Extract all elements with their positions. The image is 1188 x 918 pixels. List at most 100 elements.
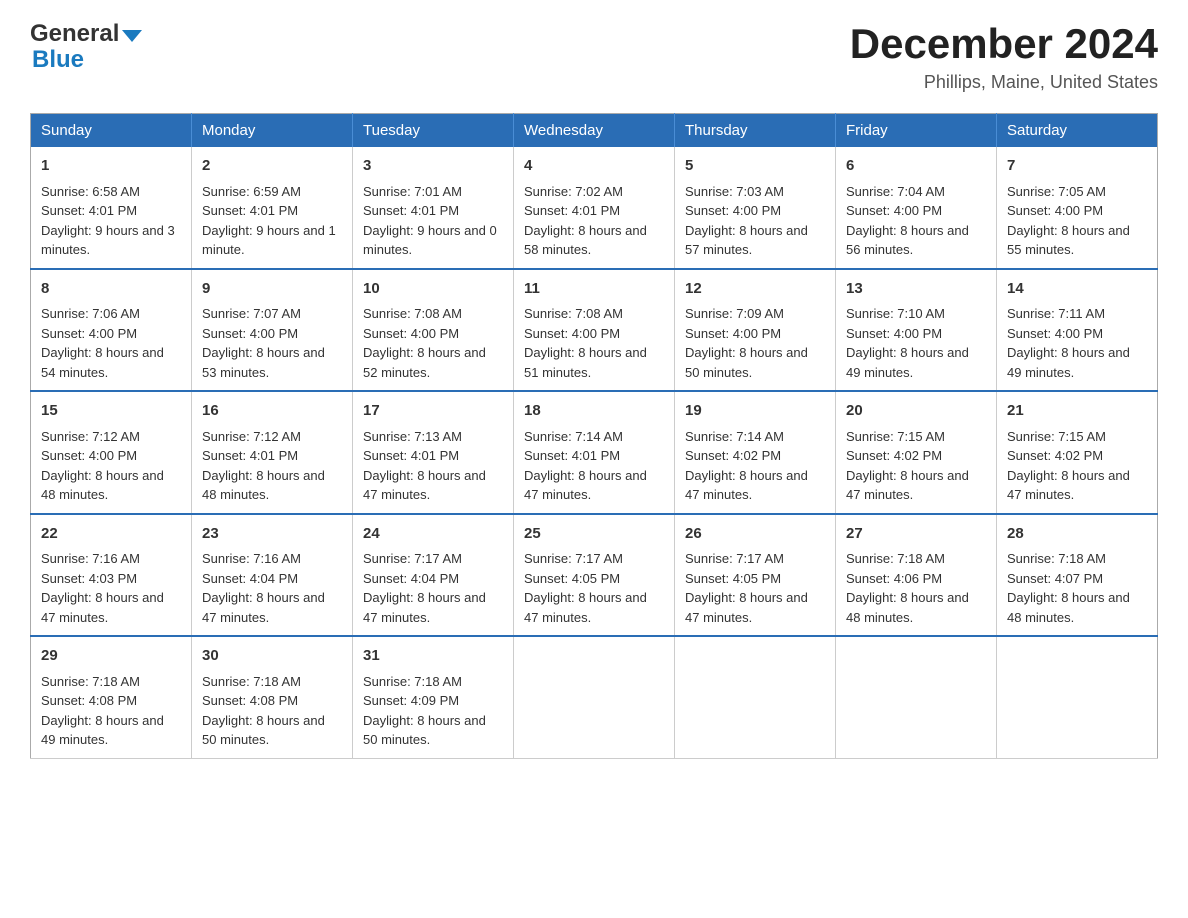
day-sunset: Sunset: 4:01 PM <box>41 203 137 218</box>
table-row: 26 Sunrise: 7:17 AM Sunset: 4:05 PM Dayl… <box>675 514 836 637</box>
day-sunrise: Sunrise: 7:13 AM <box>363 429 462 444</box>
logo-blue-text: Blue <box>30 46 142 74</box>
day-number: 27 <box>846 523 986 546</box>
table-row: 7 Sunrise: 7:05 AM Sunset: 4:00 PM Dayli… <box>997 147 1158 269</box>
day-daylight: Daylight: 8 hours and 47 minutes. <box>1007 468 1130 503</box>
day-sunrise: Sunrise: 7:04 AM <box>846 184 945 199</box>
day-sunrise: Sunrise: 6:59 AM <box>202 184 301 199</box>
day-daylight: Daylight: 8 hours and 53 minutes. <box>202 345 325 380</box>
day-sunset: Sunset: 4:08 PM <box>41 693 137 708</box>
day-sunset: Sunset: 4:00 PM <box>685 203 781 218</box>
day-sunrise: Sunrise: 7:11 AM <box>1007 306 1105 321</box>
day-sunset: Sunset: 4:00 PM <box>41 326 137 341</box>
table-row: 12 Sunrise: 7:09 AM Sunset: 4:00 PM Dayl… <box>675 269 836 392</box>
day-sunrise: Sunrise: 7:17 AM <box>685 551 784 566</box>
table-row: 23 Sunrise: 7:16 AM Sunset: 4:04 PM Dayl… <box>192 514 353 637</box>
table-row: 8 Sunrise: 7:06 AM Sunset: 4:00 PM Dayli… <box>31 269 192 392</box>
day-daylight: Daylight: 8 hours and 52 minutes. <box>363 345 486 380</box>
day-sunset: Sunset: 4:02 PM <box>685 448 781 463</box>
day-sunrise: Sunrise: 7:03 AM <box>685 184 784 199</box>
day-number: 4 <box>524 155 664 178</box>
day-daylight: Daylight: 8 hours and 49 minutes. <box>1007 345 1130 380</box>
day-daylight: Daylight: 8 hours and 57 minutes. <box>685 223 808 258</box>
day-sunset: Sunset: 4:00 PM <box>685 326 781 341</box>
day-number: 22 <box>41 523 181 546</box>
day-number: 29 <box>41 645 181 668</box>
table-row: 14 Sunrise: 7:11 AM Sunset: 4:00 PM Dayl… <box>997 269 1158 392</box>
day-number: 26 <box>685 523 825 546</box>
table-row: 16 Sunrise: 7:12 AM Sunset: 4:01 PM Dayl… <box>192 391 353 514</box>
day-sunrise: Sunrise: 7:16 AM <box>41 551 140 566</box>
title-section: December 2024 Phillips, Maine, United St… <box>850 20 1158 93</box>
day-sunset: Sunset: 4:02 PM <box>1007 448 1103 463</box>
calendar-table: Sunday Monday Tuesday Wednesday Thursday… <box>30 113 1158 759</box>
day-sunrise: Sunrise: 7:18 AM <box>363 674 462 689</box>
day-sunset: Sunset: 4:00 PM <box>846 326 942 341</box>
col-wednesday: Wednesday <box>514 114 675 148</box>
table-row: 28 Sunrise: 7:18 AM Sunset: 4:07 PM Dayl… <box>997 514 1158 637</box>
calendar-header-row: Sunday Monday Tuesday Wednesday Thursday… <box>31 114 1158 148</box>
day-daylight: Daylight: 8 hours and 50 minutes. <box>363 713 486 748</box>
day-daylight: Daylight: 8 hours and 47 minutes. <box>202 590 325 625</box>
day-sunset: Sunset: 4:00 PM <box>41 448 137 463</box>
day-daylight: Daylight: 8 hours and 47 minutes. <box>363 468 486 503</box>
day-sunset: Sunset: 4:01 PM <box>363 203 459 218</box>
day-number: 16 <box>202 400 342 423</box>
table-row: 3 Sunrise: 7:01 AM Sunset: 4:01 PM Dayli… <box>353 147 514 269</box>
table-row <box>514 636 675 758</box>
day-sunset: Sunset: 4:05 PM <box>524 571 620 586</box>
day-daylight: Daylight: 8 hours and 48 minutes. <box>202 468 325 503</box>
day-number: 19 <box>685 400 825 423</box>
table-row: 29 Sunrise: 7:18 AM Sunset: 4:08 PM Dayl… <box>31 636 192 758</box>
day-sunset: Sunset: 4:03 PM <box>41 571 137 586</box>
day-sunset: Sunset: 4:00 PM <box>363 326 459 341</box>
day-daylight: Daylight: 8 hours and 49 minutes. <box>846 345 969 380</box>
table-row: 25 Sunrise: 7:17 AM Sunset: 4:05 PM Dayl… <box>514 514 675 637</box>
page-header: General Blue December 2024 Phillips, Mai… <box>30 20 1158 93</box>
calendar-week-row: 1 Sunrise: 6:58 AM Sunset: 4:01 PM Dayli… <box>31 147 1158 269</box>
day-sunrise: Sunrise: 7:02 AM <box>524 184 623 199</box>
table-row: 22 Sunrise: 7:16 AM Sunset: 4:03 PM Dayl… <box>31 514 192 637</box>
day-sunrise: Sunrise: 7:14 AM <box>524 429 623 444</box>
table-row <box>836 636 997 758</box>
day-number: 18 <box>524 400 664 423</box>
day-number: 12 <box>685 278 825 301</box>
day-daylight: Daylight: 8 hours and 47 minutes. <box>41 590 164 625</box>
day-sunrise: Sunrise: 7:12 AM <box>202 429 301 444</box>
day-number: 15 <box>41 400 181 423</box>
day-sunrise: Sunrise: 7:17 AM <box>363 551 462 566</box>
day-daylight: Daylight: 8 hours and 48 minutes. <box>1007 590 1130 625</box>
table-row: 11 Sunrise: 7:08 AM Sunset: 4:00 PM Dayl… <box>514 269 675 392</box>
day-daylight: Daylight: 9 hours and 1 minute. <box>202 223 336 258</box>
day-number: 7 <box>1007 155 1147 178</box>
day-sunrise: Sunrise: 7:18 AM <box>202 674 301 689</box>
day-number: 21 <box>1007 400 1147 423</box>
table-row: 27 Sunrise: 7:18 AM Sunset: 4:06 PM Dayl… <box>836 514 997 637</box>
day-sunset: Sunset: 4:08 PM <box>202 693 298 708</box>
table-row: 21 Sunrise: 7:15 AM Sunset: 4:02 PM Dayl… <box>997 391 1158 514</box>
day-sunrise: Sunrise: 7:17 AM <box>524 551 623 566</box>
day-sunset: Sunset: 4:09 PM <box>363 693 459 708</box>
table-row: 4 Sunrise: 7:02 AM Sunset: 4:01 PM Dayli… <box>514 147 675 269</box>
day-sunset: Sunset: 4:04 PM <box>202 571 298 586</box>
day-daylight: Daylight: 8 hours and 47 minutes. <box>524 590 647 625</box>
day-daylight: Daylight: 8 hours and 47 minutes. <box>524 468 647 503</box>
day-sunrise: Sunrise: 7:05 AM <box>1007 184 1106 199</box>
table-row: 20 Sunrise: 7:15 AM Sunset: 4:02 PM Dayl… <box>836 391 997 514</box>
col-saturday: Saturday <box>997 114 1158 148</box>
table-row: 6 Sunrise: 7:04 AM Sunset: 4:00 PM Dayli… <box>836 147 997 269</box>
day-number: 10 <box>363 278 503 301</box>
day-daylight: Daylight: 9 hours and 0 minutes. <box>363 223 497 258</box>
table-row: 31 Sunrise: 7:18 AM Sunset: 4:09 PM Dayl… <box>353 636 514 758</box>
logo-arrow-icon <box>122 30 142 42</box>
day-sunset: Sunset: 4:01 PM <box>524 203 620 218</box>
table-row: 9 Sunrise: 7:07 AM Sunset: 4:00 PM Dayli… <box>192 269 353 392</box>
day-number: 11 <box>524 278 664 301</box>
day-number: 31 <box>363 645 503 668</box>
day-daylight: Daylight: 8 hours and 48 minutes. <box>846 590 969 625</box>
day-number: 3 <box>363 155 503 178</box>
table-row: 10 Sunrise: 7:08 AM Sunset: 4:00 PM Dayl… <box>353 269 514 392</box>
day-daylight: Daylight: 8 hours and 50 minutes. <box>202 713 325 748</box>
day-number: 24 <box>363 523 503 546</box>
day-daylight: Daylight: 8 hours and 47 minutes. <box>363 590 486 625</box>
